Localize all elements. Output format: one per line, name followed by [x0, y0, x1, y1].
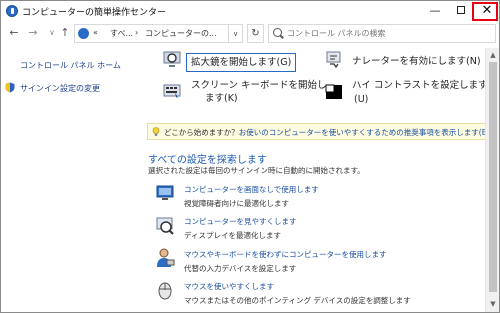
main-content: 拡大鏡を開始します(G) ナレーターを有効にします(N) スクリーン キーボード… [133, 48, 485, 312]
address-overflow[interactable]: « [93, 28, 98, 37]
left-pane: コントロール パネル ホーム サインイン設定の変更 [1, 48, 133, 312]
up-button[interactable]: ↑ [58, 26, 72, 40]
set-high-contrast-button-line2[interactable]: (U) [354, 93, 368, 106]
make-mouse-easier-desc: マウスまたはその他のポインティング デバイスの設定を調整します [184, 296, 411, 305]
start-on-screen-keyboard-button-line2[interactable]: ます(K) [205, 92, 238, 105]
maximize-button[interactable] [448, 1, 474, 21]
ease-of-access-icon [6, 5, 18, 17]
narrator-icon [326, 51, 341, 69]
recommendation-bar: どこから始めますか？お使いのコンピューターを使いやすくするための推奨事項を表示し… [147, 123, 485, 140]
high-contrast-icon [325, 84, 342, 99]
control-panel-icon [78, 28, 89, 39]
use-without-mouse-keyboard-link[interactable]: マウスやキーボードを使わずにコンピューターを使用します [184, 249, 387, 260]
signin-settings-link[interactable]: サインイン設定の変更 [20, 83, 100, 94]
shield-icon [5, 82, 15, 93]
start-on-screen-keyboard-button[interactable]: スクリーン キーボードを開始し [191, 79, 327, 92]
explore-settings-heading: すべての設定を探索します [148, 155, 267, 166]
use-without-display-link[interactable]: コンピューターを画面なしで使用します [184, 184, 319, 195]
address-dropdown-button[interactable]: ∨ [229, 24, 243, 43]
minimize-button[interactable]: — [422, 1, 448, 21]
refresh-button[interactable]: ↻ [247, 24, 264, 43]
start-magnifier-button[interactable]: 拡大鏡を開始します(G) [186, 53, 297, 72]
scroll-up-button[interactable]: ▲ [486, 48, 499, 62]
back-button[interactable]: ← [7, 26, 21, 40]
scroll-thumb[interactable] [489, 62, 497, 292]
use-without-display-desc: 視覚障碍者向けに最適化します [184, 199, 289, 208]
address-bar-row: ← → ∨ ↑ « すべ... › コンピューターの... ∨ ↻ [1, 21, 499, 47]
make-easier-to-see-desc: ディスプレイを最適化します [184, 231, 281, 240]
make-mouse-easier-link[interactable]: マウスを使いやすくします [184, 281, 274, 292]
app-window: コンピューターの簡単操作センター — ✕ ← → ∨ ↑ « すべ... › コ… [0, 0, 500, 313]
vertical-scrollbar[interactable]: ▲ ▼ [485, 48, 499, 312]
mouse-icon [158, 282, 172, 300]
search-icon [273, 28, 282, 37]
forward-button[interactable]: → [26, 26, 40, 40]
magnifier-icon [163, 51, 181, 67]
control-panel-home-link[interactable]: コントロール パネル ホーム [20, 60, 121, 71]
computer-without-display-icon [156, 185, 174, 200]
search-input[interactable] [287, 25, 487, 42]
window-title: コンピューターの簡単操作センター [22, 8, 167, 18]
breadcrumb-ease-of-access[interactable]: コンピューターの... [145, 28, 217, 39]
maximize-icon [457, 6, 465, 14]
recommendation-prefix: どこから始めますか？ [164, 128, 239, 137]
lightbulb-icon [152, 127, 160, 136]
breadcrumb-separator[interactable]: › [135, 28, 138, 37]
address-box[interactable]: « すべ... › コンピューターの... [74, 24, 229, 43]
recommendation-link[interactable]: お使いのコンピューターを使いやすくするための推奨事項を表示します(E) [239, 128, 485, 137]
recommendation-text: どこから始めますか？お使いのコンピューターを使いやすくするための推奨事項を表示し… [164, 127, 485, 138]
recent-locations-button[interactable]: ∨ [45, 26, 59, 40]
use-without-mouse-keyboard-desc: 代替の入力デバイスを設定します [184, 264, 297, 273]
search-box[interactable] [268, 24, 496, 43]
make-easier-to-see-link[interactable]: コンピューターを見やすくします [184, 216, 297, 227]
explore-settings-subtitle: 選択された設定は毎回のサインイン時に自動的に開始されます。 [148, 166, 365, 175]
on-screen-keyboard-icon [163, 84, 181, 98]
close-button-highlight [472, 2, 498, 21]
person-alternative-input-icon [157, 248, 175, 267]
scroll-down-button[interactable]: ▼ [486, 297, 499, 311]
title-bar: コンピューターの簡単操作センター — ✕ [1, 1, 499, 21]
breadcrumb-all[interactable]: すべ... [110, 28, 133, 39]
start-narrator-button[interactable]: ナレーターを有効にします(N) [352, 55, 481, 68]
set-high-contrast-button[interactable]: ハイ コントラストを設定します [352, 79, 485, 92]
make-easier-to-see-icon [156, 217, 174, 235]
